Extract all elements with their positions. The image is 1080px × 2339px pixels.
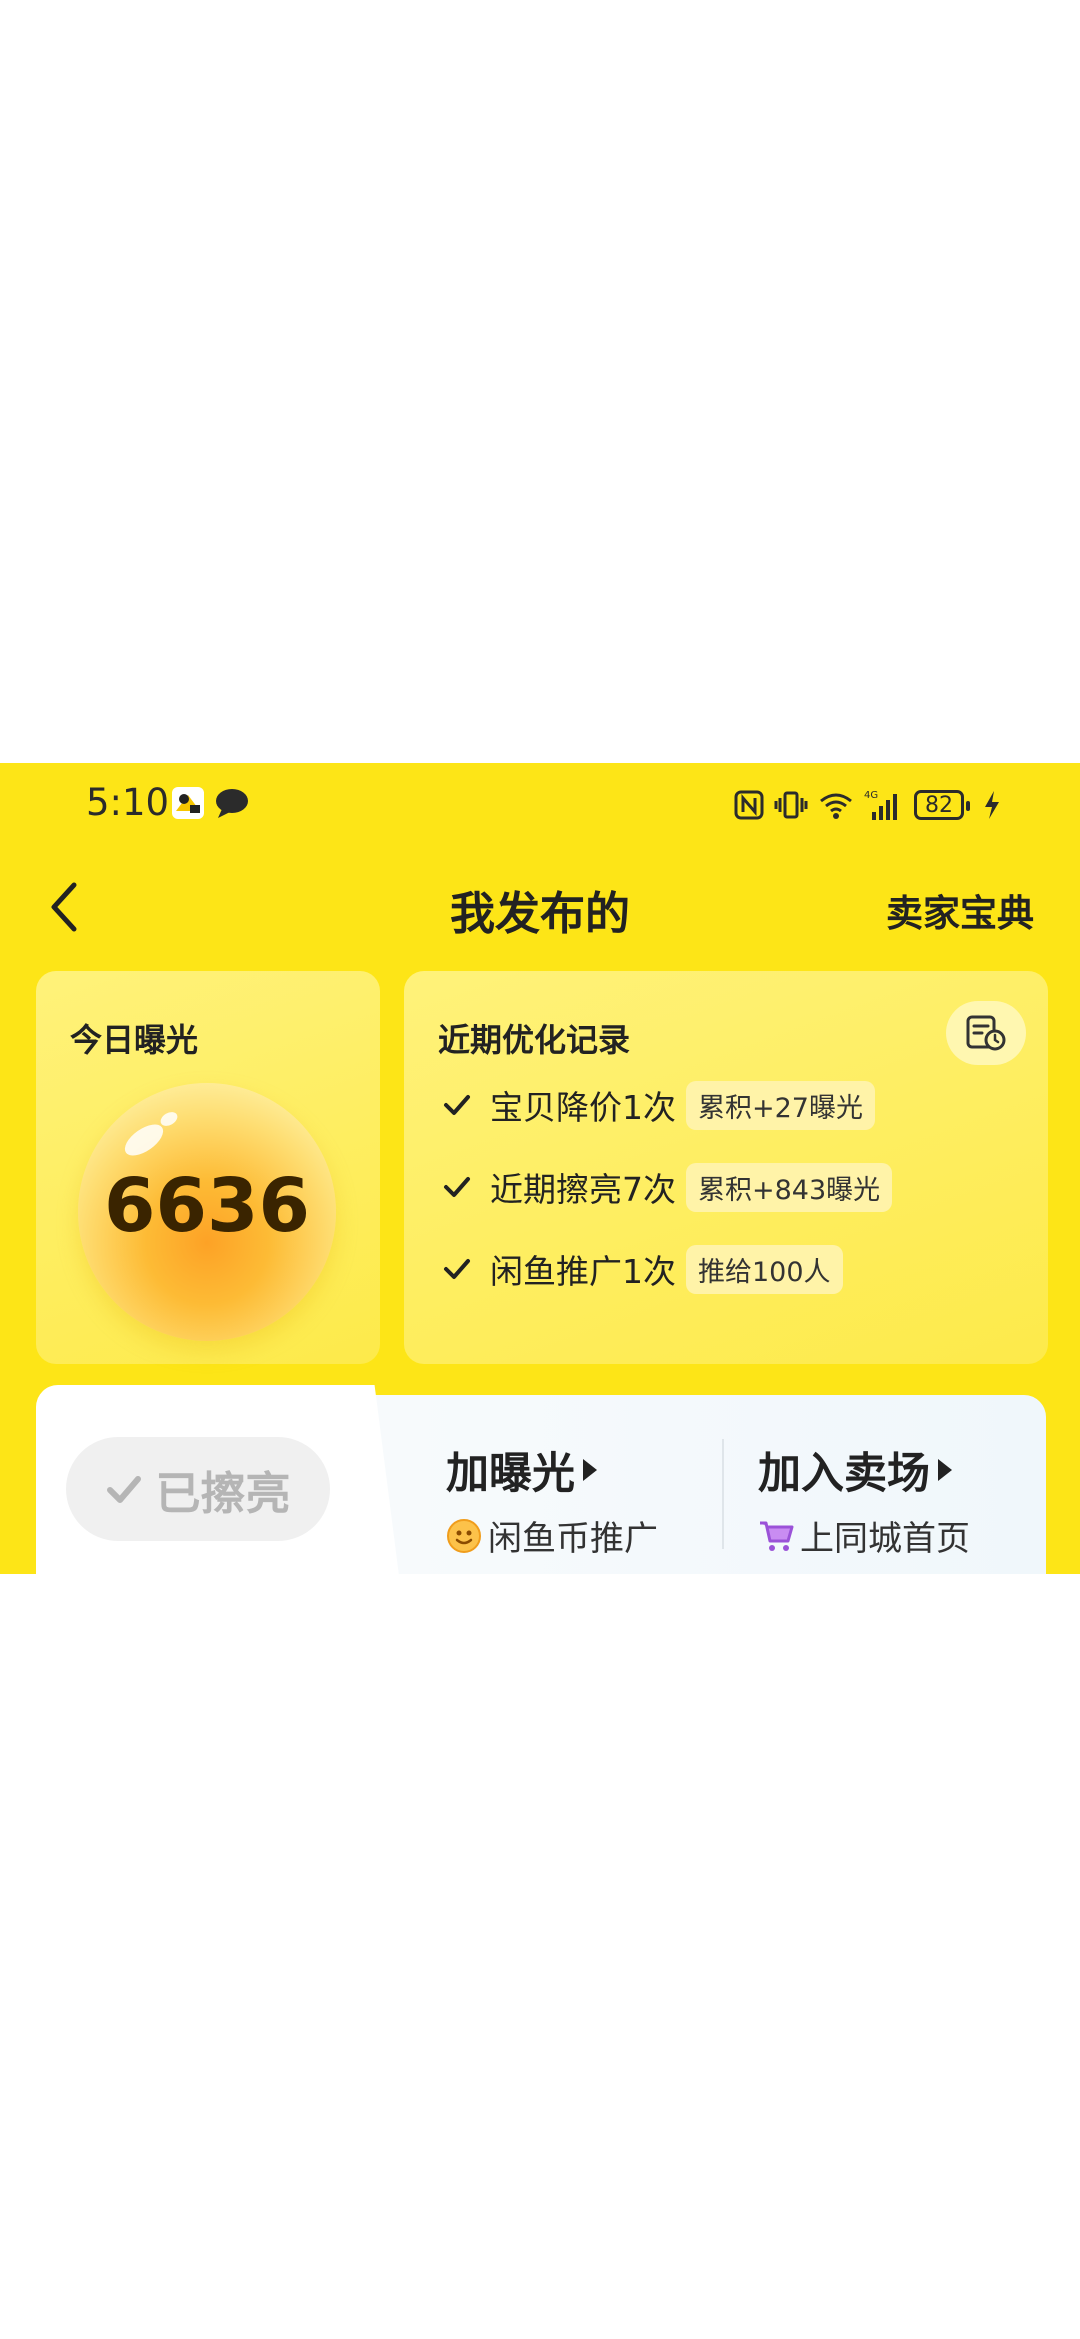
record-history-icon xyxy=(966,1015,1006,1051)
svg-text:4G: 4G xyxy=(864,790,878,801)
vibrate-icon xyxy=(774,791,808,819)
record-history-button[interactable] xyxy=(946,1001,1026,1065)
join-market-title-row: 加入卖场 xyxy=(758,1439,970,1501)
check-icon xyxy=(107,1476,142,1503)
app-screen: 5:10 4G 82 我发布的 卖家宝典 今日曝光 6636 近期优化记录 宝贝… xyxy=(0,763,1080,1574)
nfc-icon xyxy=(734,790,764,820)
record-item: 近期擦亮7次 累积+843曝光 xyxy=(442,1162,893,1212)
shopping-cart-icon xyxy=(760,1521,794,1551)
seller-guide-link[interactable]: 卖家宝典 xyxy=(886,883,1034,937)
chat-bubble-icon xyxy=(216,789,248,818)
record-tag: 累积+843曝光 xyxy=(686,1162,893,1212)
caret-right-icon xyxy=(583,1459,597,1481)
exposure-count: 6636 xyxy=(104,1163,310,1249)
xianyu-app-icon xyxy=(172,787,204,819)
boost-exposure-button[interactable]: 加曝光 闲鱼币推广 xyxy=(446,1439,658,1560)
status-time: 5:10 xyxy=(86,781,170,824)
boost-exposure-title-row: 加曝光 xyxy=(446,1439,658,1501)
boost-exposure-subtitle: 闲鱼币推广 xyxy=(488,1519,658,1559)
record-tag: 累积+27曝光 xyxy=(686,1080,875,1130)
orb-highlight xyxy=(119,1118,169,1162)
caret-right-icon xyxy=(938,1459,952,1481)
check-icon xyxy=(444,1095,470,1115)
join-market-subtitle: 上同城首页 xyxy=(800,1519,970,1559)
join-market-title: 加入卖场 xyxy=(758,1449,930,1499)
record-text: 闲鱼推广1次 xyxy=(490,1252,676,1291)
record-tag: 推给100人 xyxy=(686,1244,843,1294)
record-text: 宝贝降价1次 xyxy=(490,1088,676,1127)
today-exposure-card: 今日曝光 6636 xyxy=(36,971,380,1364)
wifi-icon xyxy=(820,793,852,819)
join-market-subtitle-row: 上同城首页 xyxy=(758,1511,970,1560)
join-market-button[interactable]: 加入卖场 上同城首页 xyxy=(758,1439,970,1560)
cellular-signal-icon: 4G xyxy=(864,790,897,820)
status-icons: 4G 82 xyxy=(734,783,1002,827)
boost-exposure-title: 加曝光 xyxy=(446,1449,575,1499)
action-divider xyxy=(722,1439,724,1549)
today-exposure-heading: 今日曝光 xyxy=(70,1021,199,1059)
check-icon xyxy=(444,1177,470,1197)
polished-button[interactable]: 已擦亮 xyxy=(66,1437,330,1541)
xianyu-coin-icon xyxy=(447,1518,481,1553)
recent-optimization-card: 近期优化记录 宝贝降价1次 累积+27曝光 近期擦亮7次 累积+843曝光 闲鱼… xyxy=(404,971,1048,1364)
polished-label: 已擦亮 xyxy=(155,1466,291,1520)
recent-optimization-heading: 近期优化记录 xyxy=(438,1021,631,1059)
battery-level: 82 xyxy=(925,792,953,818)
record-text: 近期擦亮7次 xyxy=(490,1170,676,1209)
record-item: 宝贝降价1次 累积+27曝光 xyxy=(442,1080,875,1130)
exposure-orb: 6636 xyxy=(78,1083,336,1341)
boost-exposure-subtitle-row: 闲鱼币推广 xyxy=(446,1511,658,1560)
status-bar: 5:10 4G 82 xyxy=(0,763,1080,847)
record-item: 闲鱼推广1次 推给100人 xyxy=(442,1244,843,1294)
charging-bolt-icon xyxy=(985,791,999,819)
check-icon xyxy=(444,1259,470,1279)
battery-icon: 82 xyxy=(914,790,970,820)
